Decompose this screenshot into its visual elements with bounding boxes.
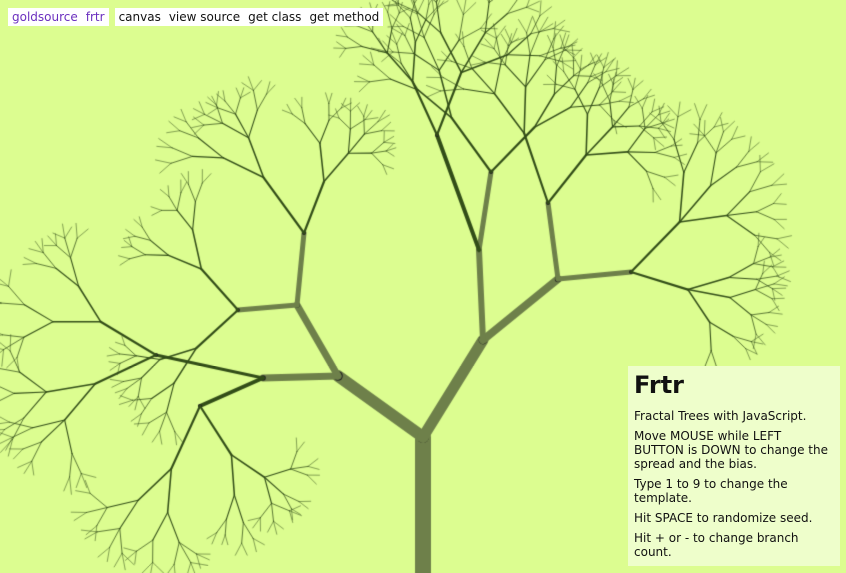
panel-intro: Fractal Trees with JavaScript. — [634, 409, 807, 423]
panel-mouse-instruction: Move MOUSE while LEFT BUTTON is DOWN to … — [634, 429, 828, 471]
panel-seed-instruction: Hit SPACE to randomize seed. — [634, 511, 813, 525]
view-source-action[interactable]: view source — [167, 9, 242, 25]
panel-title: Frtr — [634, 371, 685, 399]
canvas-action[interactable]: canvas — [117, 9, 163, 25]
get-method-action[interactable]: get method — [307, 9, 381, 25]
goldsource-link[interactable]: goldsource — [10, 9, 80, 25]
get-class-action[interactable]: get class — [246, 9, 303, 25]
action-links: canvas view source get class get method — [114, 8, 384, 26]
panel-branch-instruction: Hit + or - to change branch count. — [634, 531, 799, 559]
panel-template-instruction: Type 1 to 9 to change the template. — [634, 477, 788, 505]
top-navigation: goldsource frtr canvas view source get c… — [8, 8, 384, 26]
info-panel: Frtr Fractal Trees with JavaScript. Move… — [628, 366, 840, 566]
site-links: goldsource frtr — [8, 8, 109, 26]
frtr-link[interactable]: frtr — [84, 9, 107, 25]
